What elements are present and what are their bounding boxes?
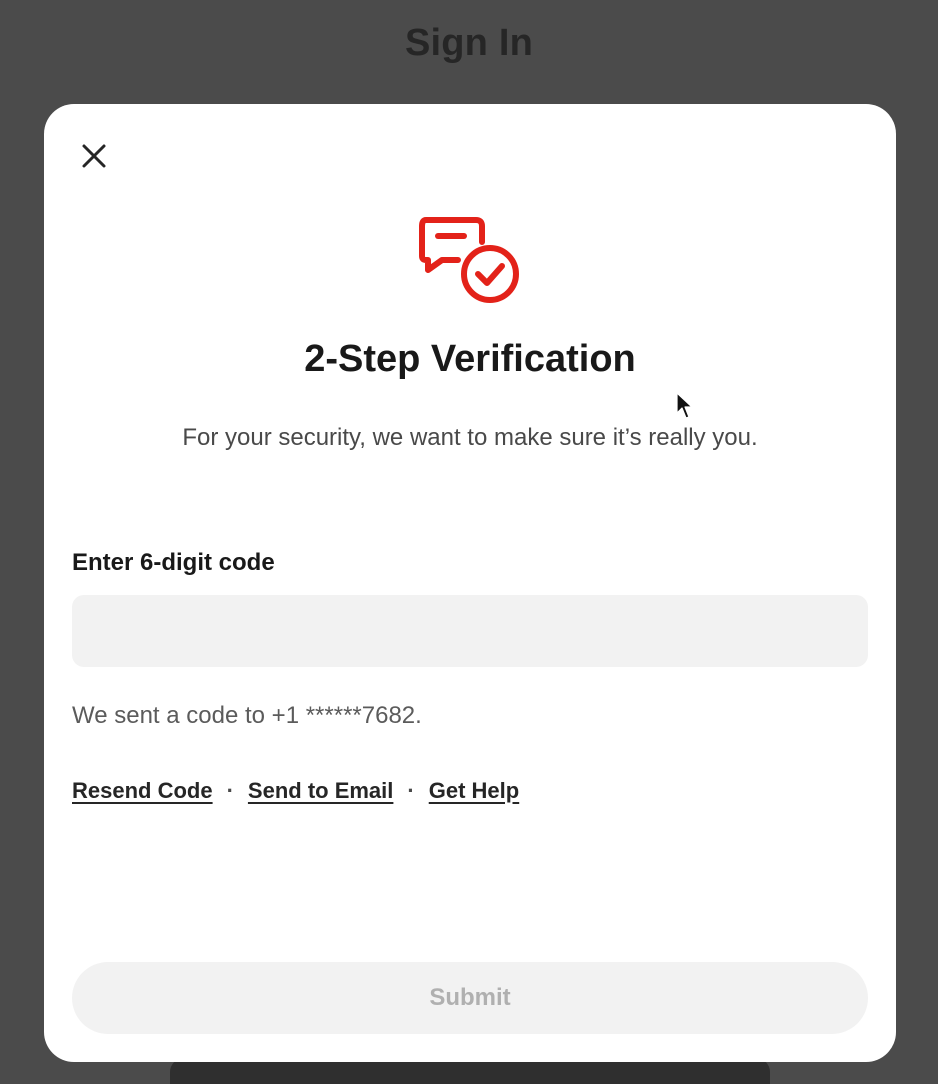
mouse-pointer-icon	[676, 392, 693, 419]
code-sent-note: We sent a code to +1 ******7682.	[72, 702, 422, 729]
chat-check-icon	[419, 217, 519, 303]
link-separator: ·	[407, 778, 415, 803]
dialog-title: 2-Step Verification	[304, 338, 636, 380]
verification-options: Resend Code · Send to Email · Get Help	[72, 778, 519, 804]
dialog-subtitle: For your security, we want to make sure …	[182, 424, 758, 451]
submit-button[interactable]: Submit	[72, 962, 868, 1034]
verification-code-input[interactable]	[72, 595, 868, 667]
verification-dialog: 2-Step Verification For your security, w…	[44, 104, 896, 1062]
resend-code-link[interactable]: Resend Code	[72, 778, 213, 804]
get-help-link[interactable]: Get Help	[429, 778, 519, 804]
code-field-label: Enter 6-digit code	[72, 549, 275, 576]
page-title: Sign In	[404, 22, 534, 64]
send-to-email-link[interactable]: Send to Email	[248, 778, 393, 804]
close-icon	[82, 144, 106, 168]
close-button[interactable]	[72, 134, 116, 178]
link-separator: ·	[226, 778, 234, 803]
